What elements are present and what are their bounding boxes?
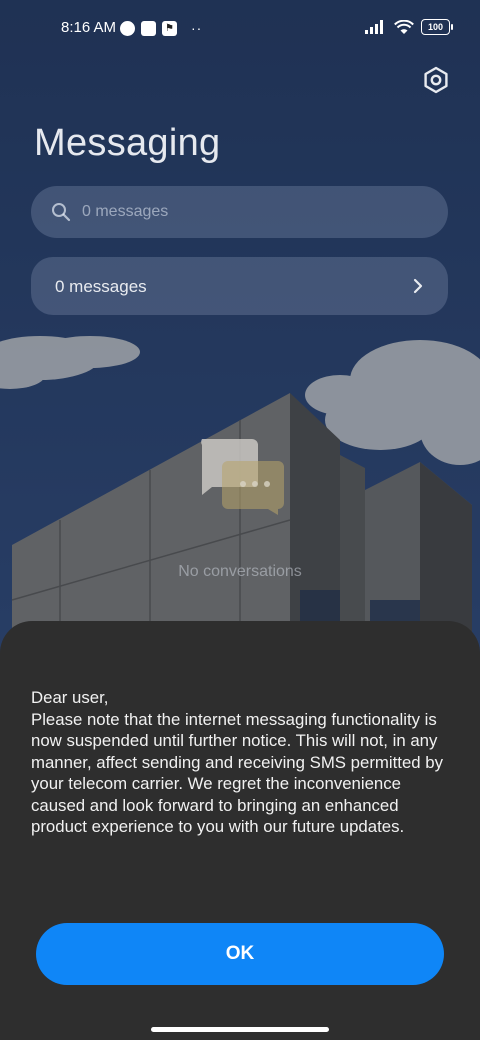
empty-state-text: No conversations (178, 563, 302, 580)
more-notifications-icon: ·· (191, 20, 203, 36)
signal-icon (365, 20, 383, 34)
chevron-right-icon (413, 278, 423, 294)
dialog-body: Please note that the internet messaging … (31, 709, 443, 837)
notice-dialog: Dear user, Please note that the internet… (0, 621, 480, 1040)
status-right-icons: 100 (365, 19, 453, 35)
flag-app-icon: ⚑ (162, 20, 177, 36)
no-conversations-icon (201, 439, 284, 515)
status-bar: 8:16 AM ⚑ ·· 100 (0, 17, 480, 41)
battery-icon: 100 (421, 19, 453, 35)
search-bar[interactable]: 0 messages (31, 186, 448, 238)
status-time: 8:16 AM (61, 19, 117, 36)
app-square-icon (141, 20, 156, 36)
speedometer-icon (120, 20, 135, 36)
search-icon (52, 203, 71, 222)
dialog-greeting: Dear user, (31, 688, 109, 707)
notification-icons: ⚑ ·· (120, 20, 202, 36)
folder-row-label: 0 messages (55, 277, 147, 296)
home-indicator[interactable] (151, 1027, 329, 1032)
dialog-message: Dear user, Please note that the internet… (31, 687, 456, 838)
ok-button[interactable]: OK (36, 923, 444, 985)
messages-folder-row[interactable]: 0 messages (31, 257, 448, 315)
search-placeholder: 0 messages (82, 203, 169, 220)
page-title: Messaging (34, 122, 221, 164)
gear-icon[interactable] (422, 66, 450, 94)
wifi-icon (394, 19, 414, 34)
